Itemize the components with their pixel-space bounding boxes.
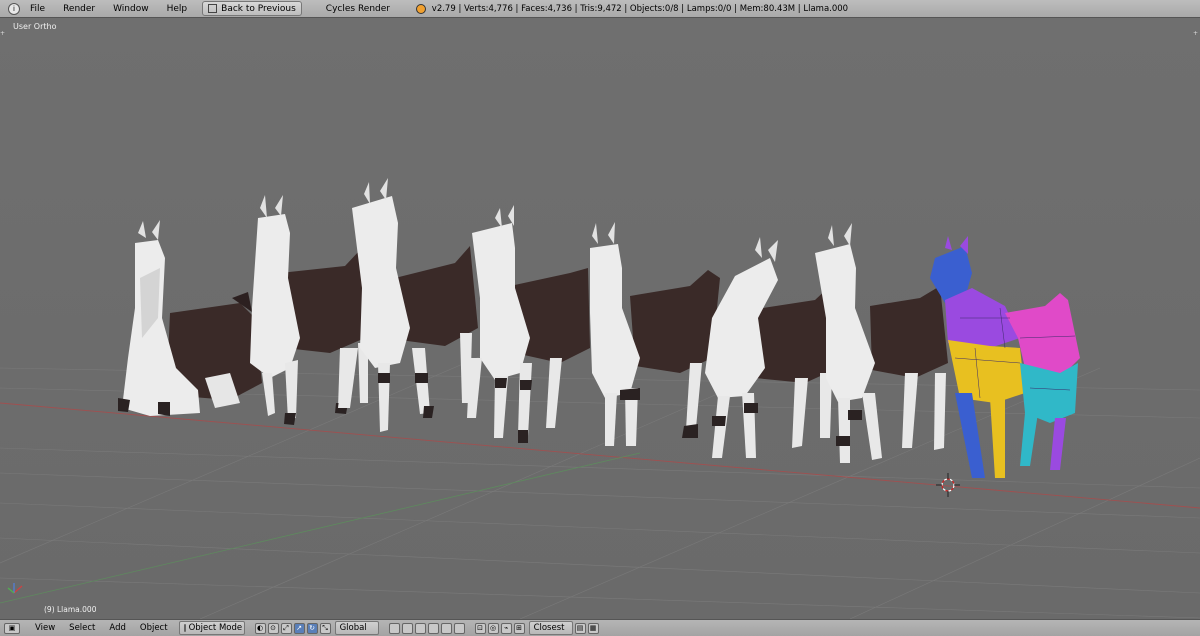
back-to-previous-label: Back to Previous — [221, 3, 296, 14]
llama-mesh[interactable] — [118, 220, 262, 416]
render-icon[interactable]: ▤ — [574, 622, 586, 634]
info-icon: i — [8, 2, 20, 15]
menu-select[interactable]: Select — [62, 623, 102, 633]
layer-icon[interactable] — [453, 622, 465, 634]
info-header: i File Render Window Help Back to Previo… — [0, 0, 1200, 18]
menu-window[interactable]: Window — [104, 4, 158, 14]
interaction-mode-label: Object Mode — [188, 623, 243, 633]
layer-icon[interactable] — [388, 622, 400, 634]
proportional-edit-icon[interactable]: ◎ — [487, 622, 499, 634]
editor-type-button[interactable]: ▣ — [4, 622, 20, 634]
layer-icon[interactable] — [414, 622, 426, 634]
menu-help[interactable]: Help — [158, 4, 197, 14]
scale-manipulator-icon[interactable]: ⤡ — [319, 622, 331, 634]
layer-icon[interactable] — [401, 622, 413, 634]
transform-orientation-select[interactable]: Global — [334, 621, 379, 635]
view-name-label: User Ortho — [13, 22, 57, 31]
viewport-shading-icon[interactable]: ◐ — [254, 622, 266, 634]
translate-manipulator-icon[interactable]: ↗ — [293, 622, 305, 634]
menu-file[interactable]: File — [24, 4, 54, 14]
x-axis-line — [0, 402, 1200, 509]
editor-type-button[interactable]: i — [4, 2, 24, 16]
llama-mesh[interactable] — [467, 205, 590, 443]
render-engine-select[interactable]: Cycles Render — [318, 4, 402, 14]
snap-element-icon[interactable]: ⊞ — [513, 622, 525, 634]
uv-textured-llama-mesh[interactable] — [930, 236, 1080, 478]
menu-render[interactable]: Render — [54, 4, 104, 14]
interaction-mode-select[interactable]: Object Mode — [178, 621, 245, 635]
3d-cursor[interactable] — [936, 473, 960, 497]
blender-logo-icon — [415, 3, 426, 14]
menu-view[interactable]: View — [28, 623, 62, 633]
lock-camera-icon[interactable]: ⊡ — [474, 622, 486, 634]
back-to-previous-button[interactable]: Back to Previous — [202, 1, 302, 16]
viewport-scene — [0, 178, 1200, 619]
render-animation-icon[interactable]: ▦ — [587, 622, 599, 634]
scene-stats: v2.79 | Verts:4,776 | Faces:4,736 | Tris… — [431, 3, 849, 14]
screen-icon — [208, 4, 218, 13]
llama-mesh[interactable] — [815, 223, 948, 463]
y-axis-line — [0, 452, 641, 604]
axis-gizmo-icon — [7, 583, 23, 594]
manipulator-toggle-icon[interactable]: ⤢ — [280, 622, 292, 634]
region-expand-icon[interactable]: + — [1193, 30, 1199, 38]
pivot-point-icon[interactable]: ⊙ — [267, 622, 279, 634]
snap-target-select[interactable]: Closest — [528, 621, 573, 635]
layer-icon[interactable] — [427, 622, 439, 634]
menu-add[interactable]: Add — [102, 623, 132, 633]
active-object-label: (9) Llama.000 — [44, 605, 97, 614]
menu-object[interactable]: Object — [133, 623, 175, 633]
layer-icon[interactable] — [440, 622, 452, 634]
object-mode-icon — [183, 624, 186, 632]
region-expand-icon[interactable]: + — [0, 30, 6, 38]
rotate-manipulator-icon[interactable]: ↻ — [306, 622, 318, 634]
llama-mesh[interactable] — [590, 222, 720, 446]
snap-toggle-icon[interactable]: ⌁ — [500, 622, 512, 634]
3d-viewport[interactable]: + + User Ortho (9) Llama.000 — [0, 18, 1200, 619]
3d-view-header: ▣ View Select Add Object Object Mode ◐ ⊙… — [0, 619, 1200, 636]
